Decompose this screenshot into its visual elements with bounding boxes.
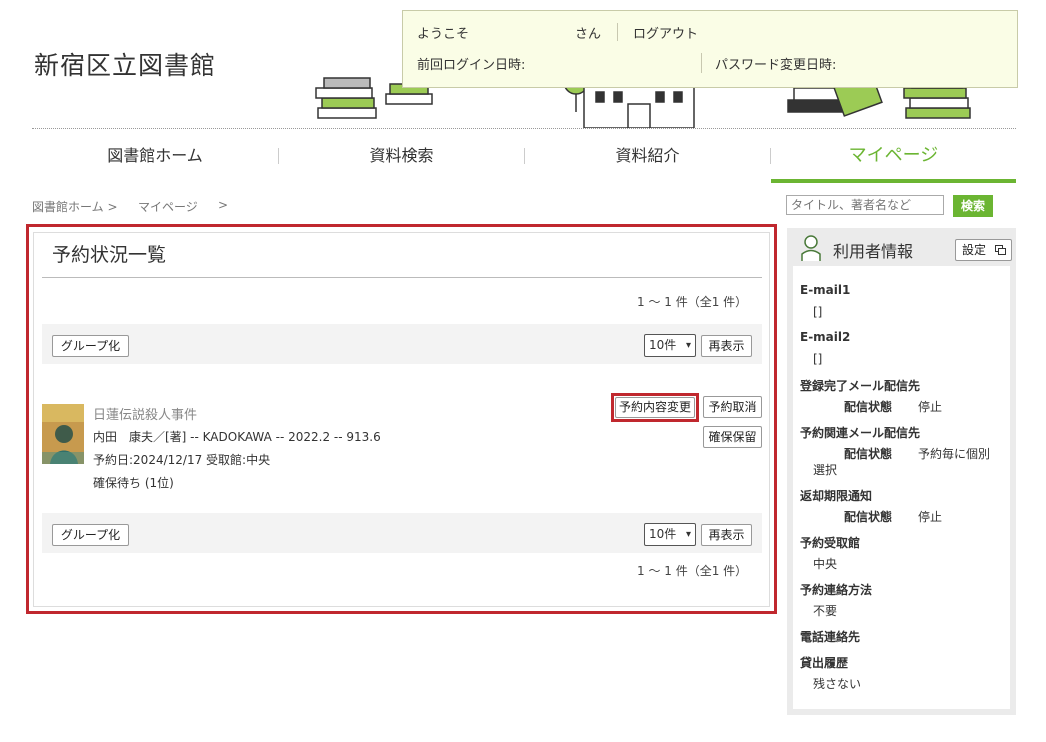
breadcrumb-current: マイページ <box>138 200 198 214</box>
login-info-box: ようこそ さん ログアウト 前回ログイン日時: パスワード変更日時: <box>402 10 1018 88</box>
san-label: さん <box>575 27 602 42</box>
toolbar-bottom: グループ化 10件 ▾ 再表示 <box>42 513 762 553</box>
last-login-label: 前回ログイン日時: <box>417 58 526 73</box>
per-page-value: 10件 <box>649 338 677 352</box>
reservation-status: 確保待ち (1位) <box>93 476 174 490</box>
email1-value: [] <box>813 305 823 319</box>
site-title[interactable]: 新宿区立図書館 <box>34 46 216 82</box>
email2-label: E-mail2 <box>800 330 851 344</box>
email2-value: [] <box>813 352 823 366</box>
search-input[interactable] <box>786 195 944 215</box>
settings-label: 設定 <box>962 243 987 257</box>
chevron-down-icon: ▾ <box>685 529 691 540</box>
logout-link[interactable]: ログアウト <box>633 23 698 42</box>
header-divider <box>32 128 1016 129</box>
page-title: 予約状況一覧 <box>52 244 167 266</box>
book-author-line: 内田 康夫／[著] -- KADOKAWA -- 2022.2 -- 913.6 <box>93 430 381 444</box>
nav-intro[interactable]: 資料紹介 <box>525 132 770 180</box>
external-window-icon <box>995 245 1006 255</box>
res-mail-label: 予約関連メール配信先 <box>800 426 921 440</box>
book-title-link[interactable]: 日蓮伝説殺人事件 <box>93 404 197 423</box>
history-value: 残さない <box>813 677 862 691</box>
pickup-label: 予約受取館 <box>800 536 861 550</box>
settings-button[interactable]: 設定 <box>955 239 1012 261</box>
nav-library-home[interactable]: 図書館ホーム <box>32 132 278 180</box>
user-icon <box>801 235 821 261</box>
redisplay-button[interactable]: 再表示 <box>701 524 752 546</box>
title-divider <box>42 277 762 278</box>
password-change-label: パスワード変更日時: <box>715 58 837 73</box>
due-status-value: 停止 <box>918 510 943 524</box>
redisplay-button[interactable]: 再表示 <box>701 335 752 357</box>
reg-mail-status-label: 配信状態 <box>844 400 893 414</box>
res-mail-status-value: 予約毎に個別 <box>918 447 991 461</box>
breadcrumb-separator: > <box>218 198 229 212</box>
result-count-top: 1 ～ 1 件（全1 件） <box>637 295 748 309</box>
chevron-down-icon: ▾ <box>685 340 691 351</box>
email1-label: E-mail1 <box>800 283 851 297</box>
contact-method-value: 不要 <box>813 604 838 618</box>
divider <box>617 23 618 41</box>
nav-mypage[interactable]: マイページ <box>771 132 1016 180</box>
change-reservation-button[interactable]: 予約内容変更 <box>615 397 695 418</box>
toolbar-top: グループ化 10件 ▾ 再表示 <box>42 324 762 364</box>
hold-button[interactable]: 確保保留 <box>703 426 762 448</box>
result-count-bottom: 1 ～ 1 件（全1 件） <box>637 564 748 578</box>
book-cover-image[interactable] <box>42 404 84 464</box>
reg-mail-label: 登録完了メール配信先 <box>800 379 921 393</box>
due-notice-label: 返却期限通知 <box>800 489 873 503</box>
history-label: 貸出履歴 <box>800 656 849 670</box>
res-mail-status-label: 配信状態 <box>844 447 893 461</box>
due-status-label: 配信状態 <box>844 510 893 524</box>
per-page-select[interactable]: 10件 ▾ <box>644 523 696 546</box>
group-button[interactable]: グループ化 <box>52 524 129 546</box>
pickup-value: 中央 <box>813 557 838 571</box>
group-button[interactable]: グループ化 <box>52 335 129 357</box>
reg-mail-status-value: 停止 <box>918 400 943 414</box>
res-mail-status-value-cont: 選択 <box>813 463 838 477</box>
contact-method-label: 予約連絡方法 <box>800 583 873 597</box>
reserve-info-line: 予約日:2024/12/17 受取館:中央 <box>93 453 271 467</box>
sidebar-title: 利用者情報 <box>833 242 914 261</box>
nav-search[interactable]: 資料検索 <box>279 132 524 180</box>
breadcrumb-home[interactable]: 図書館ホーム > <box>32 198 118 215</box>
search-button[interactable]: 検索 <box>953 195 993 217</box>
per-page-select[interactable]: 10件 ▾ <box>644 334 696 357</box>
welcome-label: ようこそ <box>417 27 470 42</box>
divider <box>701 53 702 73</box>
phone-label: 電話連絡先 <box>800 630 861 644</box>
nav-active-indicator <box>771 179 1016 183</box>
per-page-value: 10件 <box>649 527 677 541</box>
cancel-reservation-button[interactable]: 予約取消 <box>703 396 762 418</box>
